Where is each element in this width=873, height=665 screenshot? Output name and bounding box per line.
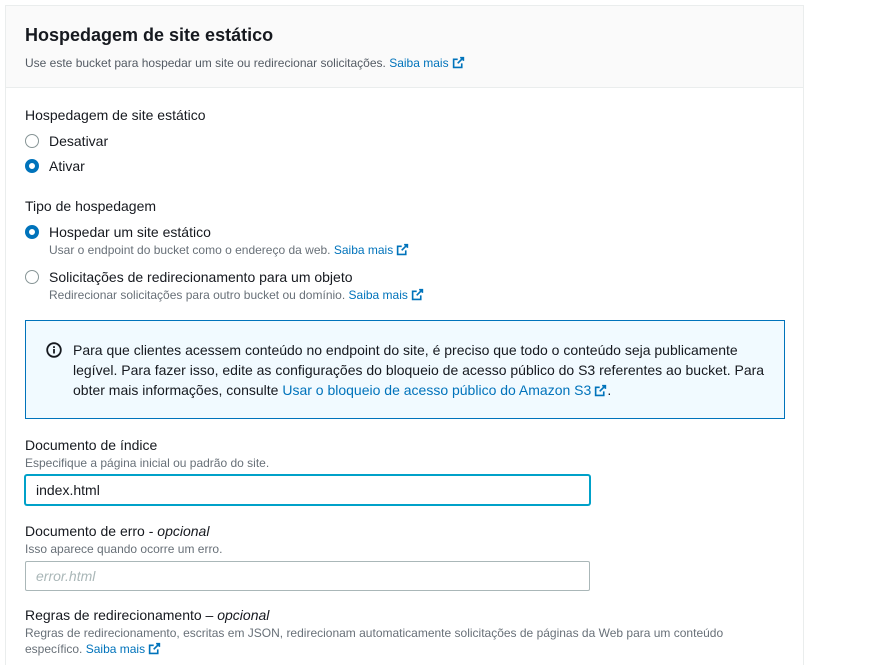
hosting-type-field: Tipo de hospedagem Hospedar um site está… [25,197,784,303]
hosting-type-label: Tipo de hospedagem [25,198,157,214]
panel-body: Hospedagem de site estático Desativar At… [6,88,803,657]
redirect-learn-more-link[interactable]: Saiba mais [349,288,424,302]
radio-redirect-label: Solicitações de redirecionamento para um… [49,269,353,285]
redirect-rules-label: Regras de redirecionamento – opcional [25,607,270,623]
external-link-icon [411,288,424,301]
radio-host-static-label: Hospedar um site estático [49,224,211,240]
radio-enable-control[interactable] [25,159,39,173]
redirect-rules-description: Regras de redirecionamento, escritas em … [25,626,724,656]
radio-disable-label: Desativar [49,133,109,149]
index-document-field: Documento de índice Especifique a página… [25,436,784,505]
external-link-icon [397,243,409,256]
radio-redirect[interactable]: Solicitações de redirecionamento para um… [25,268,784,303]
redirect-rules-field: Regras de redirecionamento – opcional Re… [25,606,784,657]
index-document-description: Especifique a página inicial ou padrão d… [25,456,270,470]
panel-description-text: Use este bucket para hospedar um site ou… [25,56,386,70]
radio-redirect-description: Redirecionar solicitações para outro buc… [49,287,424,303]
index-document-label: Documento de índice [25,437,158,453]
radio-redirect-control[interactable] [25,270,39,284]
external-link-icon [452,56,464,69]
radio-enable-label: Ativar [49,158,85,174]
error-document-label: Documento de erro - opcional [25,523,210,539]
hosting-field: Hospedagem de site estático Desativar At… [25,106,784,175]
error-document-input[interactable] [25,561,590,591]
optional-tag: opcional [157,523,210,539]
external-link-icon [148,642,161,655]
panel-title: Hospedagem de site estático [25,25,274,45]
index-document-input[interactable] [25,475,590,505]
info-text: Para que clientes acessem conteúdo no en… [73,342,765,398]
radio-host-static-description: Usar o endpoint do bucket como o endereç… [49,242,409,258]
info-alert: Para que clientes acessem conteúdo no en… [25,320,785,419]
static-hosting-panel: Hospedagem de site estático Use este buc… [5,5,804,665]
redirect-rules-learn-more-link[interactable]: Saiba mais [86,642,161,656]
optional-tag: opcional [217,607,270,623]
public-access-block-link[interactable]: Usar o bloqueio de acesso público do Ama… [282,382,607,398]
panel-header: Hospedagem de site estático Use este buc… [6,6,803,88]
panel-description: Use este bucket para hospedar um site ou… [25,55,803,71]
error-document-description: Isso aparece quando ocorre um erro. [25,542,223,556]
external-link-icon [595,384,607,397]
error-document-field: Documento de erro - opcional Isso aparec… [25,522,784,591]
info-icon [46,342,62,358]
radio-host-static[interactable]: Hospedar um site estático Usar o endpoin… [25,223,784,258]
host-static-learn-more-link[interactable]: Saiba mais [334,243,409,257]
radio-disable-control[interactable] [25,134,39,148]
learn-more-link[interactable]: Saiba mais [389,56,464,70]
hosting-label: Hospedagem de site estático [25,107,206,123]
radio-disable[interactable]: Desativar [25,132,784,150]
radio-host-static-control[interactable] [25,225,39,239]
radio-enable[interactable]: Ativar [25,157,784,175]
